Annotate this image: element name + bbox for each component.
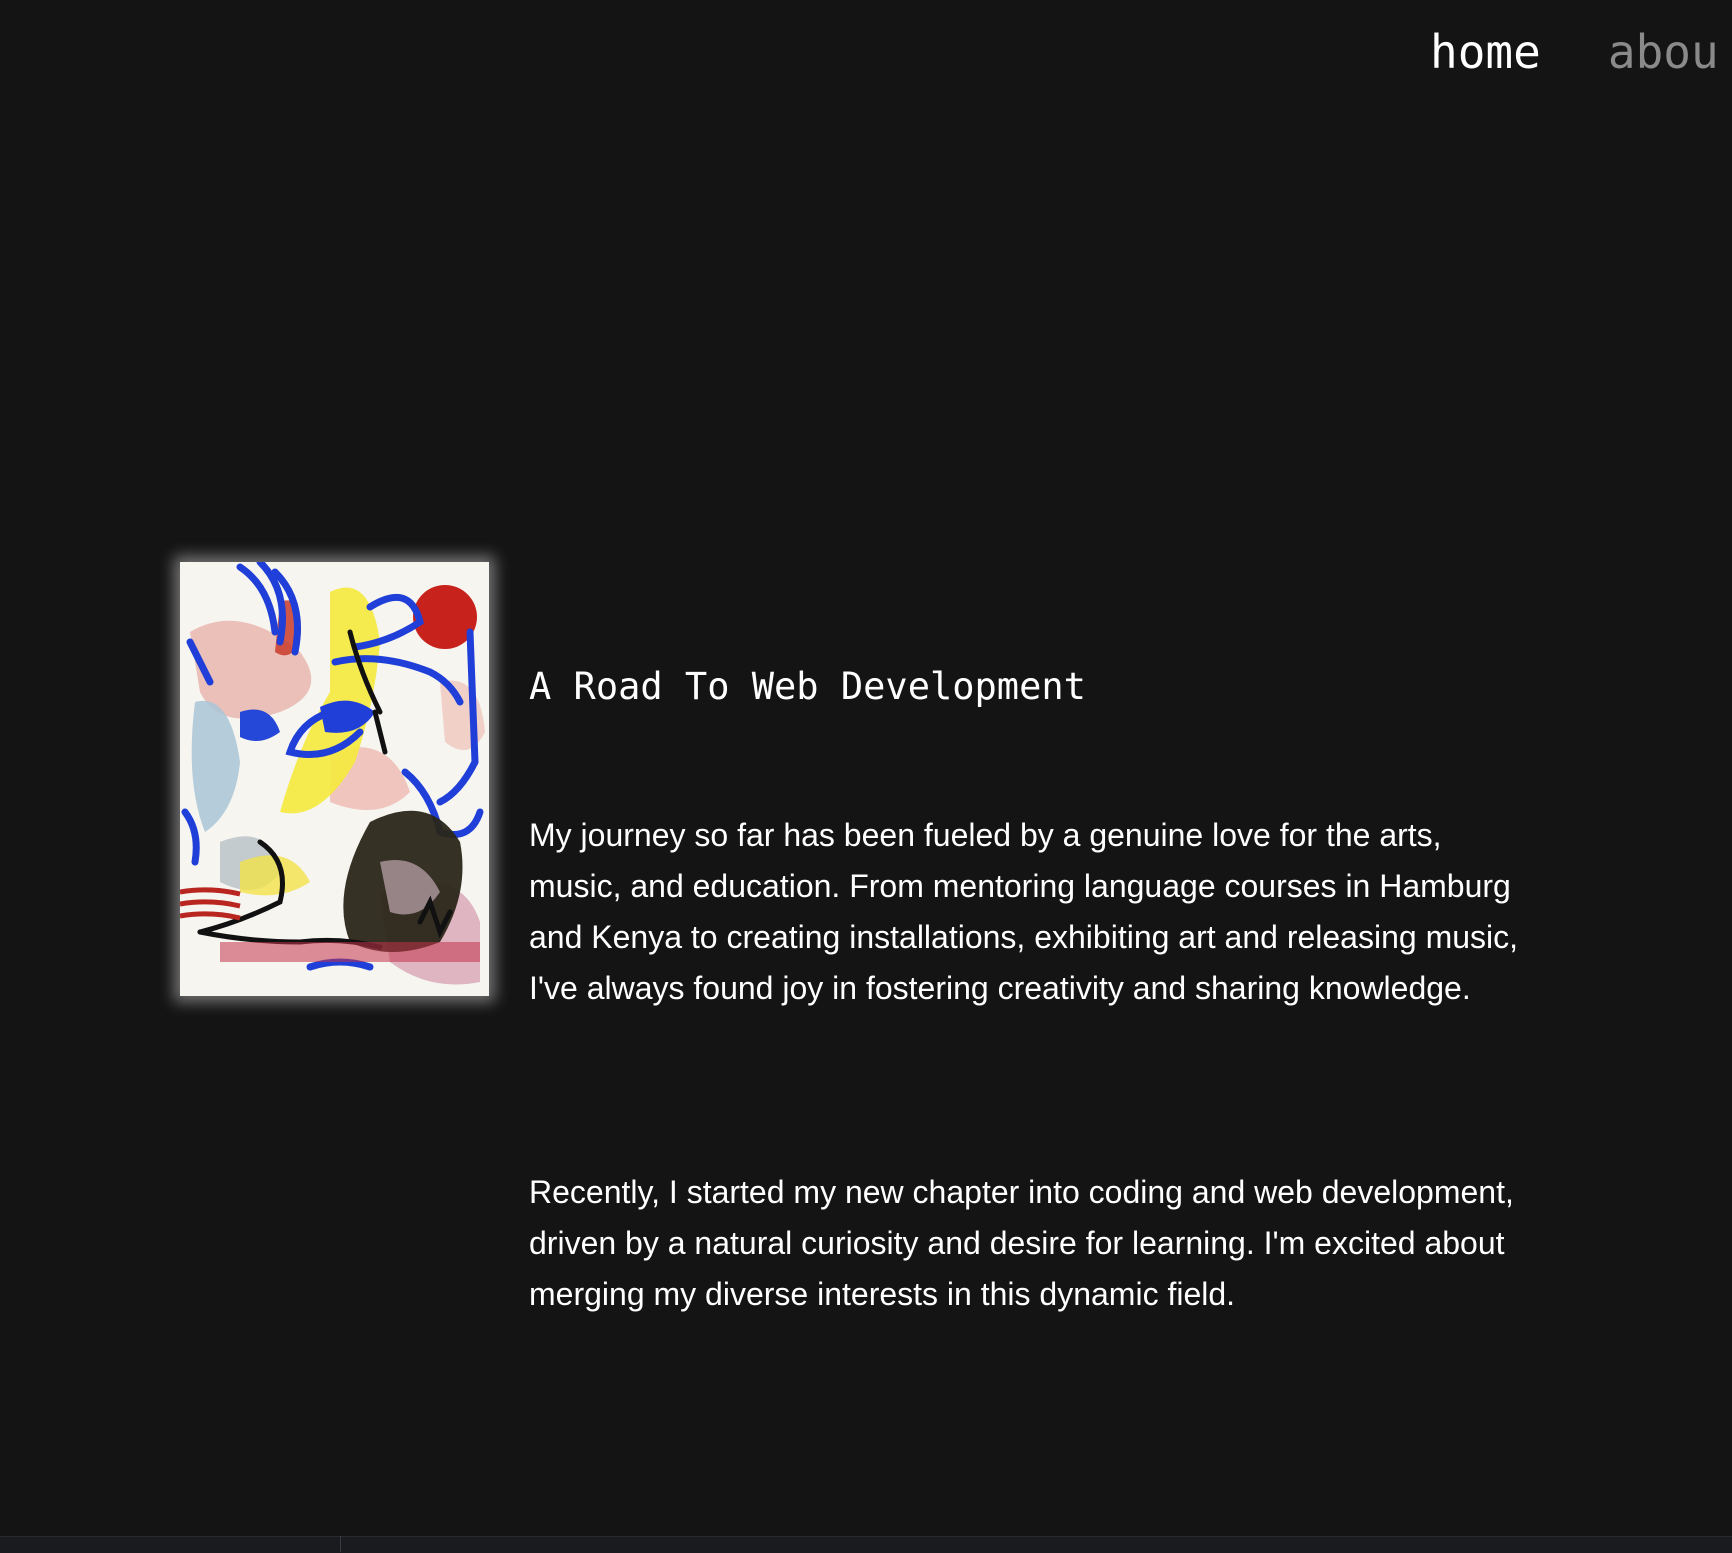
top-nav: home abou xyxy=(1430,22,1732,82)
nav-link-about[interactable]: abou xyxy=(1608,22,1719,82)
bottom-bar xyxy=(0,1536,1732,1553)
page-title: A Road To Web Development xyxy=(529,665,1086,708)
recent-paragraph: Recently, I started my new chapter into … xyxy=(529,1174,1514,1312)
artwork-image xyxy=(180,562,489,996)
bottom-divider xyxy=(340,1536,341,1552)
nav-link-home[interactable]: home xyxy=(1430,22,1541,82)
intro-paragraph: My journey so far has been fueled by a g… xyxy=(529,817,1519,1006)
